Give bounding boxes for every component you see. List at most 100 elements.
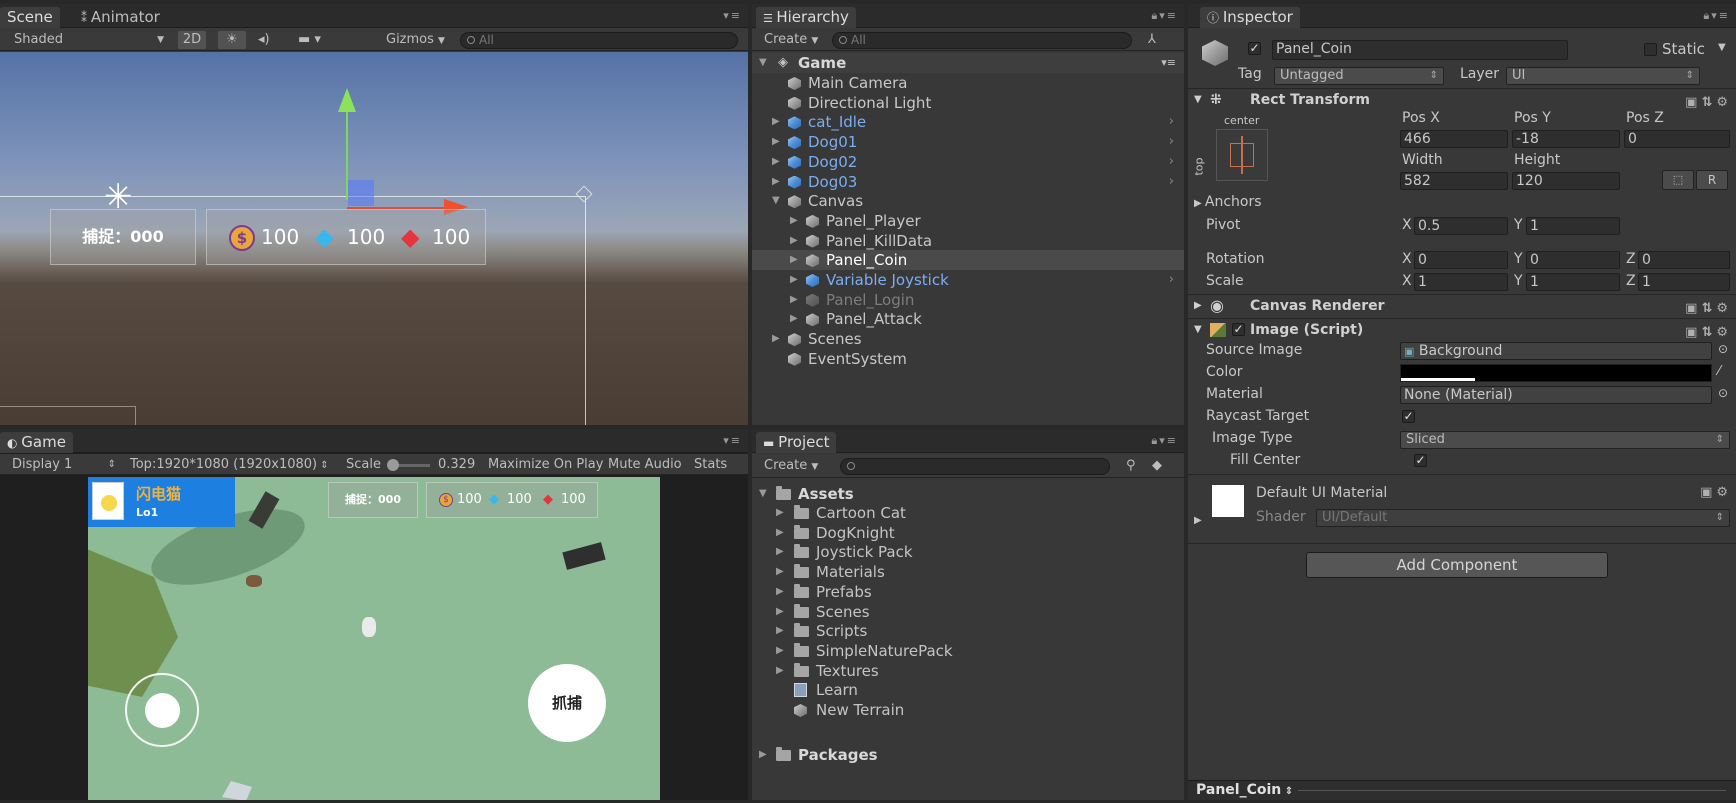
- static-dropdown-icon[interactable]: ▼: [1718, 42, 1726, 53]
- tab-inspector[interactable]: ⓘ Inspector: [1200, 7, 1300, 28]
- hierarchy-item[interactable]: ▶ Variable Joystick ›: [752, 270, 1184, 290]
- scene-search-input[interactable]: All: [460, 32, 738, 49]
- foldout-arrow-icon[interactable]: ▶: [1194, 515, 1202, 526]
- project-search-input[interactable]: [840, 458, 1110, 475]
- display-dropdown[interactable]: Display 1 ⇕: [8, 456, 118, 474]
- create-dropdown[interactable]: Create ▼: [760, 457, 822, 475]
- canvas-renderer-header[interactable]: ▶ ◉ Canvas Renderer ▣⇅⚙: [1188, 294, 1736, 316]
- rotation-x-field[interactable]: 0: [1414, 251, 1508, 269]
- lock-menu-icon[interactable]: 🔒︎▾≡: [1703, 9, 1730, 23]
- hierarchy-item[interactable]: ▶ Dog02 ›: [752, 152, 1184, 172]
- joystick-handle[interactable]: [145, 693, 180, 728]
- hierarchy-item[interactable]: ▶ Panel_Player: [752, 211, 1184, 231]
- expand-arrow-icon[interactable]: ▶: [772, 329, 780, 349]
- eyedropper-icon[interactable]: ⁄: [1718, 364, 1720, 379]
- expand-arrow-icon[interactable]: ▶: [772, 132, 780, 152]
- anchor-preset-button[interactable]: [1216, 129, 1268, 181]
- effects-dropdown-icon[interactable]: ▬ ▾: [294, 31, 336, 49]
- expand-arrow-icon[interactable]: ▼: [759, 484, 767, 504]
- component-settings-icons[interactable]: ▣⇅⚙: [1685, 92, 1732, 114]
- project-item[interactable]: Learn: [752, 680, 1184, 700]
- image-script-header[interactable]: ▼ ✓ Image (Script) ▣⇅⚙: [1188, 318, 1736, 340]
- scale-x-field[interactable]: 1: [1414, 273, 1508, 291]
- prefab-open-icon[interactable]: ›: [1169, 270, 1174, 290]
- scene-viewport[interactable]: ✳ 捕捉：000 $ 100 ◆ 100 ◆ 100: [0, 52, 748, 425]
- tag-dropdown[interactable]: Untagged: [1274, 67, 1444, 85]
- expand-arrow-icon[interactable]: ▶: [776, 602, 784, 622]
- audio-toggle-icon[interactable]: ◂): [254, 31, 282, 49]
- project-item[interactable]: ▶ Scenes: [752, 602, 1184, 622]
- hierarchy-item[interactable]: ▶ Scenes: [752, 329, 1184, 349]
- object-picker-icon[interactable]: ⊙: [1718, 342, 1728, 356]
- joystick[interactable]: [125, 673, 199, 747]
- hierarchy-item[interactable]: ▼ Canvas: [752, 191, 1184, 211]
- foldout-arrow-icon[interactable]: ▶: [1194, 295, 1202, 317]
- object-name-field[interactable]: Panel_Coin: [1272, 40, 1568, 60]
- hierarchy-item[interactable]: Main Camera: [752, 73, 1184, 93]
- scale-z-field[interactable]: 1: [1638, 273, 1730, 291]
- project-item[interactable]: ▶ Textures: [752, 661, 1184, 681]
- width-field[interactable]: 582: [1400, 172, 1508, 190]
- prefab-open-icon[interactable]: ›: [1169, 152, 1174, 172]
- scale-slider[interactable]: [387, 459, 430, 471]
- material-settings-icons[interactable]: ▣⚙: [1700, 485, 1732, 500]
- expand-arrow-icon[interactable]: ▼: [772, 191, 780, 211]
- tab-animator[interactable]: ⁑ Animator: [74, 7, 167, 28]
- hierarchy-item[interactable]: ▶ Panel_Login: [752, 290, 1184, 310]
- project-item[interactable]: ▶ Cartoon Cat: [752, 503, 1184, 523]
- project-item[interactable]: ▶ Scripts: [752, 621, 1184, 641]
- hierarchy-item[interactable]: ▶ Dog01 ›: [752, 132, 1184, 152]
- expand-arrow-icon[interactable]: ▶: [776, 562, 784, 582]
- lighting-toggle-icon[interactable]: ☀: [218, 31, 246, 49]
- foldout-arrow-icon[interactable]: ▼: [1194, 319, 1202, 341]
- tab-scene[interactable]: Scene: [0, 7, 60, 28]
- game-viewport[interactable]: 闪电猫 Lo1 捕捉：000 $ 100 ◆ 100 ◆ 100 抓捕: [88, 477, 660, 800]
- tab-game[interactable]: ◐ Game: [0, 432, 73, 453]
- material-field[interactable]: None (Material): [1400, 386, 1712, 404]
- pivot-x-field[interactable]: 0.5: [1414, 217, 1508, 235]
- expand-arrow-icon[interactable]: ▶: [772, 152, 780, 172]
- expand-arrow-icon[interactable]: ▶: [790, 211, 798, 231]
- expand-arrow-icon[interactable]: ▶: [776, 621, 784, 641]
- rotation-y-field[interactable]: 0: [1526, 251, 1620, 269]
- height-field[interactable]: 120: [1512, 172, 1620, 190]
- packages-row[interactable]: ▶ Packages: [752, 745, 1184, 765]
- prefab-open-icon[interactable]: ›: [1169, 172, 1174, 192]
- hierarchy-item[interactable]: ▶ Panel_KillData: [752, 231, 1184, 251]
- rotation-z-field[interactable]: 0: [1638, 251, 1730, 269]
- xy-plane-handle[interactable]: [348, 180, 374, 206]
- project-item[interactable]: ▶ DogKnight: [752, 523, 1184, 543]
- mute-audio-button[interactable]: Mute Audio: [604, 456, 686, 474]
- expand-arrow-icon[interactable]: ▶: [776, 523, 784, 543]
- expand-arrow-icon[interactable]: ▶: [790, 309, 798, 329]
- hierarchy-search-input[interactable]: All: [832, 32, 1132, 49]
- project-item[interactable]: ▶ Joystick Pack: [752, 542, 1184, 562]
- scale-slider-thumb[interactable]: [387, 459, 399, 471]
- raycast-target-checkbox[interactable]: ✓: [1402, 410, 1415, 423]
- image-type-dropdown[interactable]: Sliced: [1400, 431, 1730, 449]
- project-item[interactable]: ▶ Prefabs: [752, 582, 1184, 602]
- foldout-arrow-icon[interactable]: ▼: [1194, 89, 1202, 111]
- stats-button[interactable]: Stats: [690, 456, 731, 474]
- image-enabled-checkbox[interactable]: ✓: [1232, 323, 1245, 336]
- gizmos-dropdown[interactable]: Gizmos ▼: [382, 31, 449, 49]
- filter-type-icon[interactable]: ⚲: [1122, 457, 1140, 475]
- shading-dropdown[interactable]: Shaded ▼: [10, 31, 168, 49]
- project-item[interactable]: ▶ SimpleNaturePack: [752, 641, 1184, 661]
- panel-menu-icon[interactable]: ▾≡: [723, 434, 742, 447]
- pos-x-field[interactable]: 466: [1400, 130, 1508, 148]
- object-picker-icon[interactable]: ⊙: [1718, 386, 1728, 400]
- fill-center-checkbox[interactable]: ✓: [1414, 454, 1427, 467]
- hierarchy-item[interactable]: ▶ Panel_Attack: [752, 309, 1184, 329]
- expand-arrow-icon[interactable]: ▶: [776, 641, 784, 661]
- row-menu-icon[interactable]: ▾≡: [1161, 53, 1176, 73]
- layer-dropdown[interactable]: UI: [1506, 67, 1700, 85]
- maximize-on-play-button[interactable]: Maximize On Play: [484, 456, 607, 474]
- expand-arrow-icon[interactable]: ▶: [790, 270, 798, 290]
- scale-y-field[interactable]: 1: [1526, 273, 1620, 291]
- expand-arrow-icon[interactable]: ▼: [759, 53, 767, 73]
- filter-label-icon[interactable]: ◆: [1148, 457, 1166, 475]
- hierarchy-item[interactable]: ▶ cat_Idle ›: [752, 112, 1184, 132]
- pos-y-field[interactable]: -18: [1512, 130, 1620, 148]
- create-dropdown[interactable]: Create ▼: [760, 31, 822, 49]
